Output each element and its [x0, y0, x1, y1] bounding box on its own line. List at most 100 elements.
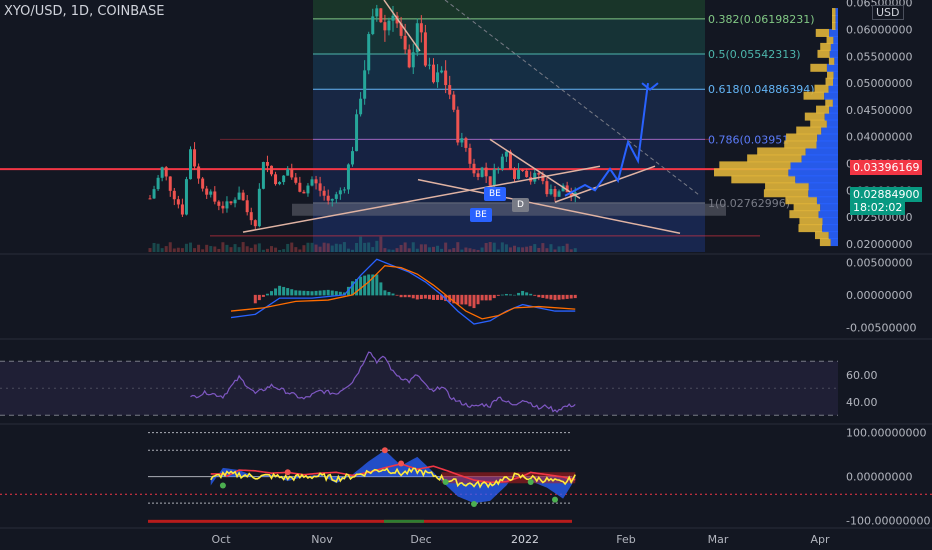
vp-bar: [826, 35, 834, 44]
candle-body: [253, 220, 257, 227]
vp-bar: [832, 21, 836, 30]
candle-body: [452, 94, 456, 110]
candle-body: [257, 188, 261, 227]
volume-profile: [714, 8, 838, 247]
volume-bar: [290, 242, 294, 252]
candle-body: [156, 177, 160, 190]
volume-bar: [286, 243, 290, 252]
volume-bar: [476, 249, 480, 252]
marker-be-1[interactable]: BE: [484, 187, 506, 201]
osc-signal-dot: [398, 460, 405, 467]
macd-tick-label: -0.00500000: [846, 321, 916, 334]
volume-bar: [213, 246, 217, 252]
candle-body: [338, 190, 342, 195]
countdown-label: 18:02:02: [850, 200, 906, 215]
vp-bar: [796, 126, 822, 135]
vp-bar: [785, 196, 817, 205]
macd-hist-bar: [261, 294, 265, 297]
candle-body: [521, 169, 525, 171]
rsi-tick-label: 40.00: [846, 396, 878, 409]
rsi-band: [0, 361, 838, 416]
volume-bar: [440, 248, 444, 252]
price-tick-label: 0.04000000: [846, 131, 912, 144]
vp-bar: [829, 28, 838, 37]
macd-hist-bar: [367, 274, 371, 296]
vp-bar: [826, 63, 838, 72]
volume-bar: [480, 247, 484, 252]
candle-body: [184, 179, 188, 215]
currency-button[interactable]: USD: [872, 5, 904, 20]
candle-body: [286, 169, 290, 176]
vp-bar: [824, 112, 838, 121]
vp-bar: [818, 210, 838, 219]
vp-bar: [834, 56, 838, 65]
volume-bar: [164, 246, 168, 252]
osc-signal-dot: [219, 482, 226, 489]
volume-bar: [318, 246, 322, 252]
volume-bar: [152, 242, 156, 252]
chart-canvas[interactable]: 0.382(0.06198231) 0.5(0.05542313) 0.618(0.…: [0, 0, 932, 550]
candle-body: [290, 169, 294, 178]
vp-bar: [825, 98, 833, 107]
volume-bar: [298, 249, 302, 252]
volume-bar: [545, 248, 549, 252]
candle-body: [217, 201, 221, 206]
macd-hist-bar: [436, 294, 440, 300]
fib-zone: [313, 54, 705, 90]
candle-body: [176, 199, 180, 205]
volume-bar: [436, 245, 440, 252]
macd-hist-bar: [553, 294, 557, 301]
macd-hist-bar: [537, 294, 541, 298]
vp-bar: [833, 77, 838, 86]
macd-hist-bar: [573, 294, 577, 299]
candle-body: [342, 189, 346, 191]
candle-body: [346, 164, 350, 190]
volume-bar: [411, 242, 415, 252]
macd-hist-bar: [326, 289, 330, 296]
marker-d[interactable]: D: [512, 198, 529, 212]
candle-body: [363, 70, 367, 99]
candle-body: [205, 188, 209, 195]
vp-bar: [835, 15, 838, 24]
vp-bar: [788, 168, 838, 177]
vp-bar: [828, 231, 838, 240]
macd-hist-bar: [322, 290, 326, 296]
volume-bar: [395, 248, 399, 252]
vp-bar: [714, 168, 789, 177]
macd-hist-bar: [359, 276, 363, 296]
rsi-tick-label: 60.00: [846, 369, 878, 382]
volume-bar: [423, 244, 427, 252]
candle-body: [294, 177, 298, 183]
vp-bar: [830, 238, 838, 247]
marker-be-2[interactable]: BE: [470, 208, 492, 222]
candle-body: [225, 201, 229, 209]
macd-hist-bar: [557, 294, 561, 300]
volume-bar: [278, 249, 282, 252]
volume-bar: [221, 242, 225, 252]
vp-bar: [798, 224, 823, 233]
candle-body: [419, 23, 423, 33]
vp-bar: [801, 154, 838, 163]
price-tick-label: 0.04500000: [846, 104, 912, 117]
candle-body: [436, 72, 440, 83]
candle-body: [189, 149, 192, 180]
macd-hist-bar: [533, 294, 537, 296]
macd-hist-bar: [521, 290, 525, 296]
macd-hist-bar: [549, 294, 553, 300]
vp-bar: [805, 147, 838, 156]
candle-body: [245, 200, 249, 213]
candle-body: [318, 183, 322, 191]
macd-hist-bar: [379, 282, 383, 296]
volume-bar: [456, 242, 460, 252]
volume-bar: [326, 243, 330, 252]
volume-bar: [201, 249, 205, 252]
volume-bar: [403, 242, 407, 252]
volume-bar: [492, 242, 496, 252]
volume-bar: [561, 246, 565, 252]
vp-bar: [819, 238, 831, 247]
vp-bar: [763, 189, 809, 198]
volume-bar: [302, 245, 306, 252]
candle-body: [221, 205, 225, 209]
candle-body: [391, 15, 395, 21]
vp-bar: [826, 119, 838, 128]
